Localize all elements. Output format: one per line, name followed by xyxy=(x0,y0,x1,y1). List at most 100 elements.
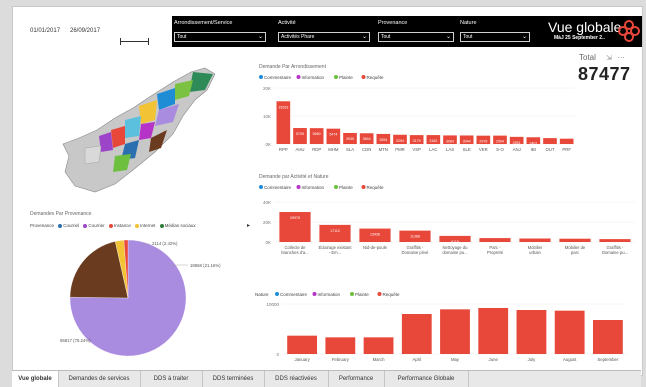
legend-swatch xyxy=(361,185,366,189)
x-tick-label: MTN xyxy=(379,147,388,152)
bar-chart-arrondissement[interactable]: Demande Par Arrondissement Commentaire Inf… xyxy=(255,60,575,162)
chart-title: Demande par Activité et Nature xyxy=(259,174,329,180)
data-label: 5474 xyxy=(329,133,337,137)
legend-item: Plainte xyxy=(355,292,369,297)
x-tick-label: CDN xyxy=(362,147,371,152)
bar[interactable] xyxy=(554,310,585,354)
legend-swatch xyxy=(296,75,301,79)
tab-dds-termin-es[interactable]: DDS terminées xyxy=(202,371,265,387)
chevron-down-icon: ⌄ xyxy=(521,34,527,40)
legend-item: Plainte xyxy=(339,75,353,80)
data-label: 3594 xyxy=(379,138,387,142)
legend-item: Commentaire xyxy=(264,75,292,80)
tab-dds-traiter[interactable]: DDS à traiter xyxy=(140,371,203,387)
legend-swatch xyxy=(275,292,279,296)
legend-swatch xyxy=(159,223,164,228)
bar[interactable] xyxy=(516,310,547,354)
tab-demandes-de-services[interactable]: Demandes de services xyxy=(58,371,141,387)
bar[interactable] xyxy=(401,314,432,354)
bar[interactable] xyxy=(287,335,318,354)
filter-dropdown[interactable]: Tout ⌄ xyxy=(378,32,454,42)
x-tick-label: AHU xyxy=(295,147,304,152)
date-end[interactable]: 26/09/2017 xyxy=(70,28,100,34)
x-tick-label: April xyxy=(412,357,421,362)
x-tick-label: RPP xyxy=(279,147,288,152)
filter-bar: Arrondissement/Service Tout ⌄ Activité Ac… xyxy=(172,16,534,47)
bar[interactable] xyxy=(440,309,470,354)
bar-chart-monthly[interactable]: Nature Commentaire Information Plainte Requê… xyxy=(255,288,635,368)
legend-item: Information xyxy=(318,292,341,297)
arrondissement-map[interactable] xyxy=(55,60,235,200)
filter-dropdown[interactable]: Activités Phare ⌄ xyxy=(278,32,370,42)
data-label: 2994 xyxy=(496,140,504,144)
kpi-total-value: 87477 xyxy=(578,64,631,84)
bar[interactable] xyxy=(319,224,351,242)
filter-activite[interactable]: Activité Activités Phare ⌄ xyxy=(276,16,372,47)
tab-performance[interactable]: Performance xyxy=(328,371,385,387)
y-tick-label: 0K xyxy=(265,142,271,147)
y-tick-label: 40K xyxy=(263,200,271,205)
bar[interactable] xyxy=(519,238,551,243)
data-label: 3064 xyxy=(446,139,454,143)
bar[interactable] xyxy=(559,238,591,242)
map-region[interactable] xyxy=(84,145,102,165)
legend-swatch xyxy=(83,223,88,228)
data-label: 29975 xyxy=(290,216,300,220)
bar-chart-activite[interactable]: Demande par Activité et Nature Commentair… xyxy=(255,170,635,272)
bar[interactable] xyxy=(559,138,574,144)
date-slider-track[interactable] xyxy=(120,41,148,42)
filter-dropdown[interactable]: Tout ⌄ xyxy=(174,32,266,42)
x-tick-label: Parc -Propreté xyxy=(487,245,504,255)
legend-swatch xyxy=(334,75,338,79)
x-tick-label: Collecte de branches d'a... xyxy=(281,245,308,255)
tab-performance-globale[interactable]: Performance Globale xyxy=(384,371,469,387)
filter-label: Nature xyxy=(460,20,477,26)
bar[interactable] xyxy=(479,238,511,242)
legend-swatch xyxy=(312,292,317,296)
legend-item: Requête xyxy=(367,185,385,190)
legend-item: Commentaire xyxy=(264,185,292,190)
x-tick-label: June xyxy=(489,357,499,362)
last-update-label: MàJ 25 September 2.. xyxy=(554,35,605,41)
legend-swatch xyxy=(58,223,63,228)
legend-item: Information xyxy=(302,185,325,190)
x-tick-label: May xyxy=(451,357,460,362)
legend-swatch xyxy=(259,75,263,79)
data-label: 3179 xyxy=(413,139,421,143)
legend-next-arrow-icon[interactable]: ▸ xyxy=(247,222,250,229)
visual-header-icons[interactable]: ⇲ ⋯ xyxy=(606,54,627,62)
filter-dropdown[interactable]: Tout ⌄ xyxy=(460,32,530,42)
data-label: 3044 xyxy=(463,139,471,143)
data-label: 6115 xyxy=(451,240,459,244)
data-label: 18568 (21.16%) xyxy=(190,263,221,268)
x-tick-label: Graffitis -Domaine privé xyxy=(402,245,430,255)
bar[interactable] xyxy=(592,320,623,354)
x-tick-label: Graffitis -Domaine pu... xyxy=(602,245,628,255)
bar[interactable] xyxy=(363,337,394,354)
legend-swatch xyxy=(350,292,354,296)
date-slider-handle-start[interactable] xyxy=(120,38,121,45)
tab-vue-globale[interactable]: Vue globale xyxy=(12,371,59,387)
bar[interactable] xyxy=(478,308,509,354)
data-label: 11388 xyxy=(410,235,420,239)
filter-nature[interactable]: Nature Tout ⌄ xyxy=(458,16,534,47)
pie-chart[interactable]: 65817 (75.24%) 18568 (21.16%) 2114 (2.42%) xyxy=(30,232,250,362)
x-tick-label: January xyxy=(294,357,310,362)
filter-provenance[interactable]: Provenance Tout ⌄ xyxy=(376,16,456,47)
bar[interactable] xyxy=(599,239,631,242)
x-tick-label: RDP xyxy=(312,147,321,152)
filter-arrondissement[interactable]: Arrondissement/Service Tout ⌄ xyxy=(172,16,268,47)
legend-item: Plainte xyxy=(339,185,353,190)
bar[interactable] xyxy=(325,337,356,354)
y-tick-label: 20K xyxy=(263,86,271,91)
data-label: 3844 xyxy=(363,137,371,141)
x-tick-label: LAC xyxy=(429,147,437,152)
report-header: Vue globale MàJ 25 September 2.. xyxy=(534,16,642,47)
x-tick-label: September xyxy=(597,357,619,362)
legend-swatch xyxy=(259,185,263,189)
bar[interactable] xyxy=(543,138,557,144)
date-slider-handle-end[interactable] xyxy=(148,38,149,45)
y-tick-label: 0K xyxy=(265,240,271,245)
tab-dds-r-activ-es[interactable]: DDS réactivées xyxy=(264,371,329,387)
date-start[interactable]: 01/01/2017 xyxy=(30,28,60,34)
